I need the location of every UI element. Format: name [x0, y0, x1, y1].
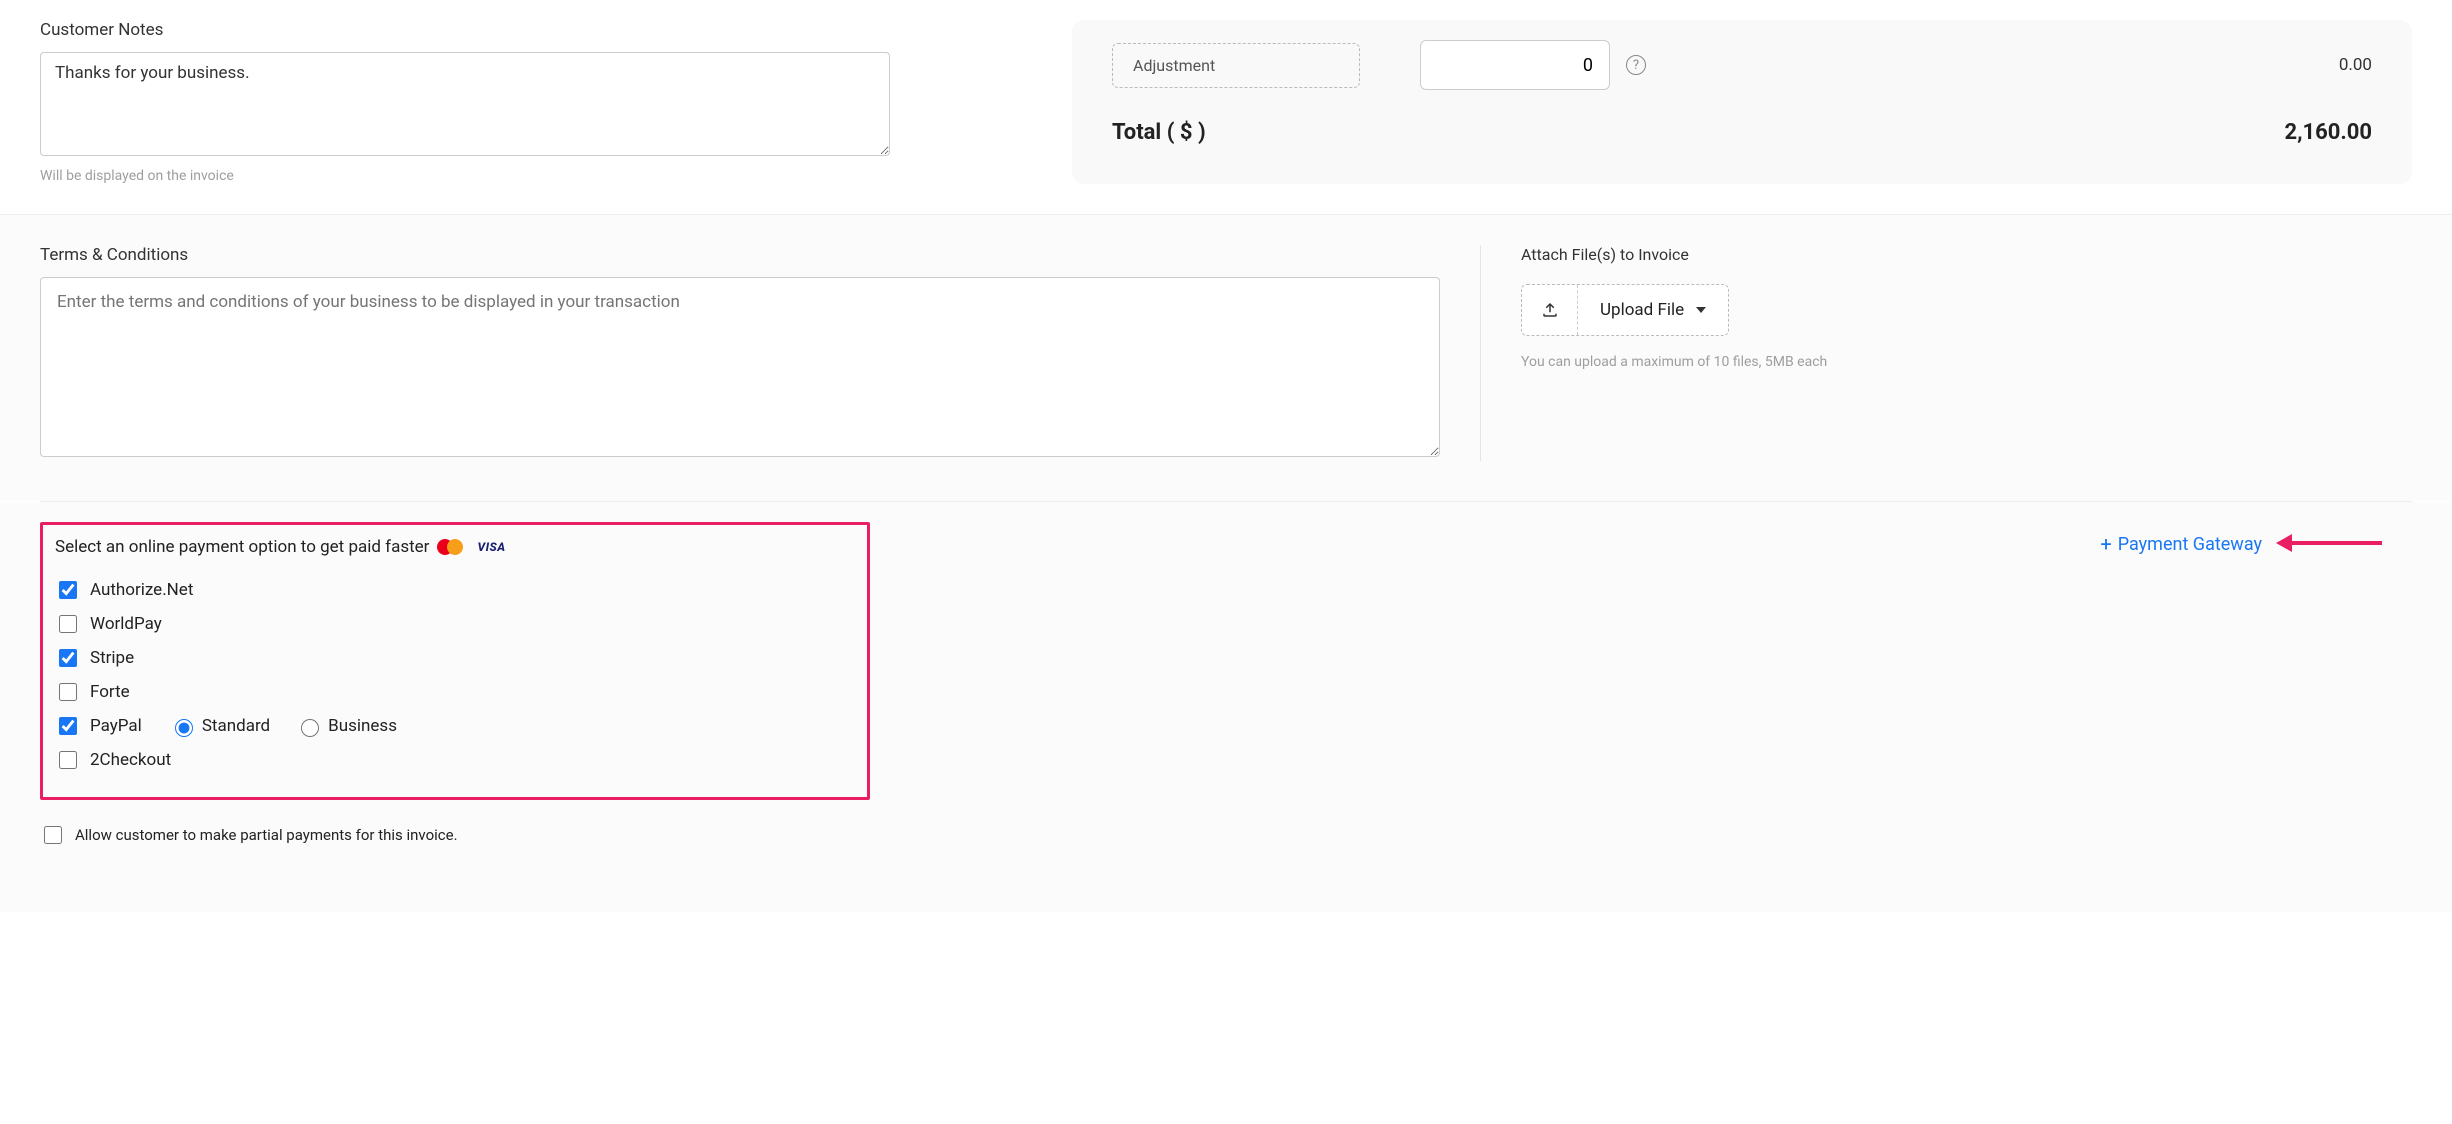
terms-label: Terms & Conditions	[40, 245, 1440, 265]
partial-payments-label: Allow customer to make partial payments …	[75, 826, 458, 844]
terms-textarea[interactable]	[40, 277, 1440, 457]
upload-file-button[interactable]: Upload File	[1521, 284, 1729, 336]
authorize-label: Authorize.Net	[90, 580, 193, 600]
mastercard-icon	[437, 539, 463, 555]
add-payment-gateway-label: Payment Gateway	[2118, 534, 2262, 555]
twocheckout-checkbox[interactable]	[59, 751, 77, 769]
adjustment-value: 0.00	[2339, 55, 2372, 75]
authorize-checkbox[interactable]	[59, 581, 77, 599]
payment-options-highlight: Select an online payment option to get p…	[40, 522, 870, 800]
plus-icon: +	[2100, 532, 2111, 556]
adjustment-label-box[interactable]: Adjustment	[1112, 43, 1360, 88]
totals-panel: Adjustment ? 0.00 Total ( $ ) 2,160.00	[1072, 20, 2412, 184]
worldpay-checkbox[interactable]	[59, 615, 77, 633]
customer-notes-hint: Will be displayed on the invoice	[40, 168, 1032, 184]
total-value: 2,160.00	[2284, 120, 2372, 145]
paypal-checkbox[interactable]	[59, 717, 77, 735]
adjustment-input[interactable]	[1420, 40, 1610, 90]
paypal-business-radio[interactable]	[301, 719, 319, 737]
paypal-label: PayPal	[90, 716, 142, 736]
forte-checkbox[interactable]	[59, 683, 77, 701]
stripe-label: Stripe	[90, 648, 134, 668]
customer-notes-textarea[interactable]	[40, 52, 890, 156]
stripe-checkbox[interactable]	[59, 649, 77, 667]
visa-icon: VISA	[477, 540, 505, 554]
twocheckout-label: 2Checkout	[90, 750, 171, 770]
upload-file-label: Upload File	[1600, 300, 1684, 320]
total-label: Total ( $ )	[1112, 120, 1206, 145]
worldpay-label: WorldPay	[90, 614, 162, 634]
add-payment-gateway-link[interactable]: + Payment Gateway	[2100, 522, 2262, 556]
annotation-arrow	[2276, 534, 2382, 552]
partial-payments-checkbox[interactable]	[44, 826, 62, 844]
forte-label: Forte	[90, 682, 130, 702]
attach-hint: You can upload a maximum of 10 files, 5M…	[1521, 354, 2160, 370]
help-icon[interactable]: ?	[1626, 55, 1646, 75]
customer-notes-label: Customer Notes	[40, 20, 1032, 40]
paypal-standard-label: Standard	[202, 716, 270, 736]
upload-icon	[1541, 301, 1559, 319]
paypal-business-label: Business	[328, 716, 397, 736]
chevron-down-icon	[1696, 307, 1706, 313]
payment-title: Select an online payment option to get p…	[55, 537, 429, 557]
attach-label: Attach File(s) to Invoice	[1521, 245, 2160, 264]
paypal-standard-radio[interactable]	[175, 719, 193, 737]
